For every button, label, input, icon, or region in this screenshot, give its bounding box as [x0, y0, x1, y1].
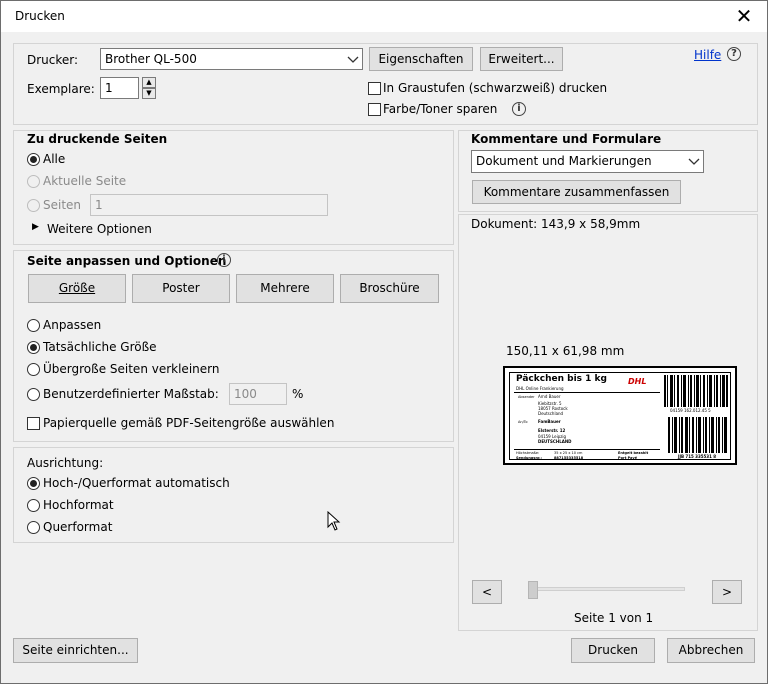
window-title: Drucken: [15, 9, 65, 23]
close-icon[interactable]: ✕: [721, 1, 767, 32]
help-link[interactable]: Hilfe: [694, 48, 721, 62]
paper-source-checkbox[interactable]: [27, 417, 40, 430]
orientation-landscape-label: Querformat: [43, 520, 113, 534]
summarize-comments-button[interactable]: Kommentare zusammenfassen: [472, 180, 681, 204]
pages-current-label: Aktuelle Seite: [43, 174, 127, 188]
label-size-value: 35 x 25 x 10 cm: [554, 451, 583, 455]
barcode-bottom: [668, 417, 727, 453]
grayscale-label: In Graustufen (schwarzweiß) drucken: [383, 81, 608, 95]
from-name: Arnd Bauer: [538, 394, 561, 399]
dhl-logo: DHL: [628, 377, 647, 386]
pages-range-label: Seiten: [43, 198, 82, 212]
properties-button[interactable]: Eigenschaften: [369, 47, 473, 71]
paid2-label: Port Payé: [618, 456, 637, 460]
document-size: Dokument: 143,9 x 58,9mm: [471, 217, 641, 231]
comments-select[interactable]: Dokument und Markierungen: [471, 150, 704, 173]
fit-header: Seite anpassen und Optionen: [27, 254, 227, 268]
pages-range-radio[interactable]: [27, 199, 40, 212]
tab-size[interactable]: Größe: [28, 274, 126, 303]
pages-all-radio[interactable]: [27, 153, 40, 166]
from-country: Deutschland: [538, 411, 564, 416]
comments-select-value: Dokument und Markierungen: [476, 154, 652, 168]
tracking-value: 887155335518: [554, 456, 584, 460]
title-bar: Drucken ✕: [1, 1, 767, 32]
printer-select[interactable]: Brother QL-500: [100, 48, 363, 70]
printer-label: Drucker:: [27, 53, 79, 67]
advanced-button[interactable]: Erweitert...: [480, 47, 563, 71]
printer-value: Brother QL-500: [105, 52, 197, 66]
pages-current-radio[interactable]: [27, 175, 40, 188]
shrink-label: Übergroße Seiten verkleinern: [43, 362, 220, 376]
label-divider: [514, 449, 660, 450]
fit-radio[interactable]: [27, 319, 40, 332]
copies-input[interactable]: 1: [100, 77, 139, 99]
orientation-landscape-radio[interactable]: [27, 521, 40, 534]
to-label: An/To: [518, 420, 528, 424]
percent-label: %: [292, 387, 304, 401]
label-title: Päckchen bis 1 kg: [516, 374, 607, 384]
custom-scale-radio[interactable]: [27, 388, 40, 401]
actual-size-label: Tatsächliche Größe: [43, 340, 157, 354]
orientation-portrait-radio[interactable]: [27, 499, 40, 512]
tab-multiple[interactable]: Mehrere: [236, 274, 334, 303]
actual-size-radio[interactable]: [27, 341, 40, 354]
grayscale-checkbox[interactable]: [368, 82, 381, 95]
fit-label: Anpassen: [43, 318, 102, 332]
fit-info-icon[interactable]: i: [217, 253, 231, 267]
more-options-label[interactable]: Weitere Optionen: [47, 222, 152, 236]
copies-label: Exemplare:: [27, 82, 95, 96]
page-slider-track[interactable]: [533, 587, 685, 591]
tab-poster[interactable]: Poster: [132, 274, 230, 303]
tab-booklet[interactable]: Broschüre: [340, 274, 439, 303]
save-toner-info-icon[interactable]: i: [512, 102, 526, 116]
shipping-label: Päckchen bis 1 kg DHL DHL Online Frankie…: [509, 372, 731, 460]
orientation-auto-radio[interactable]: [27, 477, 40, 490]
pages-range-input[interactable]: 1: [90, 194, 328, 216]
page-slider-thumb[interactable]: [528, 581, 538, 599]
pages-all-label: Alle: [43, 152, 66, 166]
next-page-button[interactable]: >: [712, 580, 742, 604]
to-street: Elsterstr. 12: [538, 428, 566, 433]
to-country: DEUTSCHLAND: [538, 439, 572, 444]
custom-scale-label: Benutzerdefinierter Maßstab:: [43, 387, 219, 401]
mouse-cursor-icon: [327, 511, 341, 531]
save-toner-label: Farbe/Toner sparen: [383, 102, 498, 116]
pages-header: Zu druckende Seiten: [27, 132, 168, 146]
help-info-icon[interactable]: ?: [727, 47, 741, 61]
cancel-button[interactable]: Abbrechen: [667, 638, 755, 663]
more-options-expander-icon[interactable]: ▶: [32, 222, 39, 232]
orientation-header: Ausrichtung:: [27, 456, 104, 470]
from-label: Absender: [518, 395, 535, 399]
to-name: FamBauer: [538, 419, 561, 424]
paper-source-label: Papierquelle gemäß PDF-Seitengröße auswä…: [43, 416, 335, 430]
label-sub: DHL Online Frankierung: [516, 386, 564, 391]
label-size-label: Höchstmaße:: [516, 451, 540, 455]
chevron-down-icon: [685, 151, 703, 172]
barcode-bottom-text: JJB 715 335531 8: [678, 454, 717, 459]
comments-header: Kommentare und Formulare: [471, 132, 662, 146]
copies-up-icon[interactable]: ▲: [142, 77, 156, 88]
prev-page-button[interactable]: <: [472, 580, 502, 604]
save-toner-checkbox[interactable]: [368, 103, 381, 116]
print-preview: Päckchen bis 1 kg DHL DHL Online Frankie…: [503, 366, 737, 465]
chevron-down-icon: [344, 49, 362, 69]
paid-label: Entgelt bezahlt: [618, 451, 649, 455]
copies-down-icon[interactable]: ▼: [142, 88, 156, 99]
orientation-auto-label: Hoch-/Querformat automatisch: [43, 476, 230, 490]
print-dialog: Drucken ✕ Drucker: Brother QL-500 Eigens…: [0, 0, 768, 684]
paper-size: 150,11 x 61,98 mm: [506, 344, 625, 358]
tracking-label: Sendungsnr.:: [516, 456, 542, 460]
shrink-radio[interactable]: [27, 363, 40, 376]
page-setup-button[interactable]: Seite einrichten...: [13, 638, 138, 663]
print-button[interactable]: Drucken: [571, 638, 655, 663]
custom-scale-input[interactable]: 100: [229, 383, 287, 405]
orientation-portrait-label: Hochformat: [43, 498, 114, 512]
label-divider: [514, 392, 660, 393]
page-info: Seite 1 von 1: [574, 611, 654, 625]
barcode-top-text: 04159 162.012.45 5: [670, 408, 711, 413]
